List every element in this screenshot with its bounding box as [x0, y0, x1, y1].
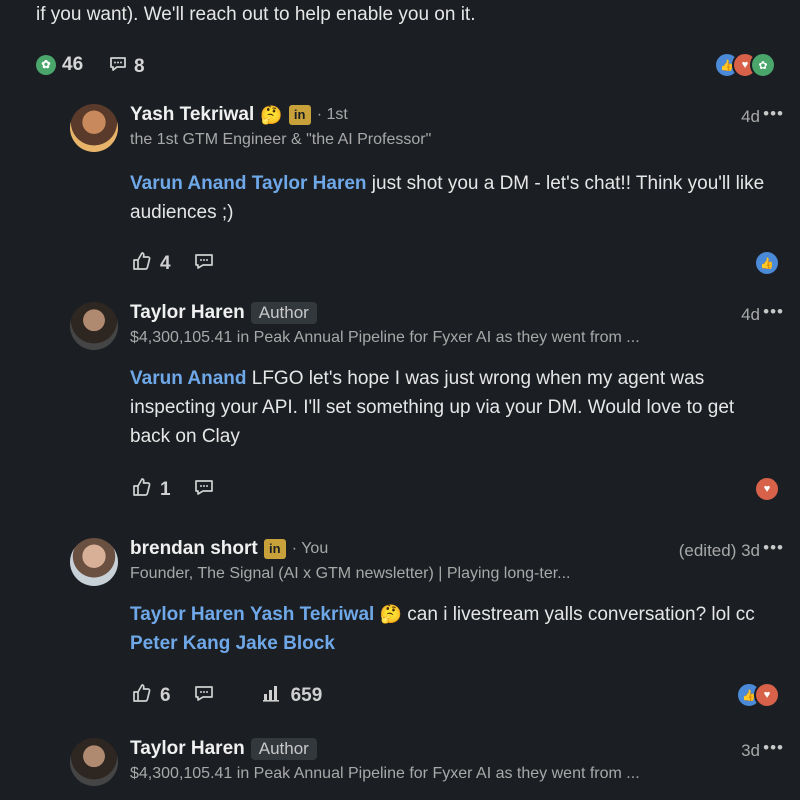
comment-taylor-haren: Taylor Haren Author $4,300,105.41 in Pea… — [70, 302, 784, 502]
author-badge: Author — [250, 302, 317, 324]
comment-author-row: Yash Tekriwal 🤔 in · 1st — [130, 104, 348, 126]
like-icon[interactable] — [130, 476, 152, 504]
post-comments-count[interactable]: 8 — [108, 54, 145, 80]
author-name[interactable]: brendan short — [130, 538, 258, 560]
more-options-icon[interactable]: ••• — [763, 104, 784, 124]
comment-time: 4d — [741, 107, 760, 126]
comment-brendan-short: brendan short in · You Founder, The Sign… — [70, 538, 784, 708]
more-options-icon[interactable]: ••• — [763, 738, 784, 758]
author-headline: $4,300,105.41 in Peak Annual Pipeline fo… — [130, 329, 640, 346]
left-rail — [0, 0, 37, 800]
comment-author-row: brendan short in · You — [130, 538, 328, 560]
mention-link[interactable]: Jake Block — [236, 633, 335, 654]
comment-icon — [108, 54, 128, 80]
comment-text: can i livestream yalls conversation? lol… — [402, 604, 755, 625]
linkedin-icon: in — [288, 105, 311, 125]
comment-reaction-stack[interactable]: 👍 ♥ — [736, 682, 780, 708]
comment-reaction-stack[interactable]: ♥ — [754, 476, 780, 502]
comment-body: Varun Anand LFGO let's hope I was just w… — [130, 364, 770, 451]
author-badge: Author — [250, 738, 317, 760]
comment-actions: 4 — [130, 250, 215, 278]
thinking-emoji-icon: 🤔 — [379, 604, 403, 624]
love-reaction-icon: ♥ — [754, 476, 780, 502]
comment-actions: 1 — [130, 476, 215, 504]
comment-yash-tekriwal: Yash Tekriwal 🤔 in · 1st the 1st GTM Eng… — [70, 104, 784, 284]
mention-link[interactable]: Yash Tekriwal — [250, 604, 374, 625]
more-options-icon[interactable]: ••• — [763, 538, 784, 558]
avatar[interactable] — [70, 104, 118, 152]
comment-taylor-haren-2: Taylor Haren Author $4,300,105.41 in Pea… — [70, 738, 784, 800]
author-headline: the 1st GTM Engineer & "the AI Professor… — [130, 131, 432, 148]
connection-degree: · 1st — [316, 106, 348, 123]
mention-link[interactable]: Varun Anand — [130, 368, 246, 389]
mention-link[interactable]: Taylor Haren — [130, 604, 245, 625]
comment-time: (edited) 3d — [678, 541, 760, 560]
bar-chart-icon[interactable] — [261, 682, 283, 710]
post-text-tail: if you want). We'll reach out to help en… — [36, 4, 476, 25]
comment-actions: 6 659 — [130, 682, 322, 710]
author-name[interactable]: Yash Tekriwal — [130, 104, 254, 126]
author-name[interactable]: Taylor Haren — [130, 738, 245, 760]
celebrate-reaction-icon: ✿ — [750, 52, 776, 78]
like-reaction-icon: 👍 — [754, 250, 780, 276]
avatar[interactable] — [70, 738, 118, 786]
like-count: 6 — [160, 685, 171, 706]
avatar[interactable] — [70, 538, 118, 586]
post-social-bar: ✿ 46 8 👍 ♥ ✿ — [36, 52, 792, 80]
comment-author-row: Taylor Haren Author — [130, 302, 317, 324]
thinking-emoji-icon: 🤔 — [260, 104, 283, 125]
comment-reaction-stack[interactable]: 👍 — [754, 250, 780, 276]
avatar[interactable] — [70, 302, 118, 350]
author-name[interactable]: Taylor Haren — [130, 302, 245, 324]
post-reaction-stack[interactable]: 👍 ♥ ✿ — [714, 52, 776, 78]
comment-time: 4d — [741, 305, 760, 324]
comment-body: Varun Anand Taylor Haren just shot you a… — [130, 169, 770, 227]
comment-body: Taylor Haren Yash Tekriwal 🤔 can i lives… — [130, 600, 770, 658]
reply-icon[interactable] — [193, 250, 215, 278]
like-icon[interactable] — [130, 250, 152, 278]
reply-icon[interactable] — [193, 476, 215, 504]
comment-time: 3d — [741, 741, 760, 760]
comment-author-row: Taylor Haren Author — [130, 738, 317, 760]
like-count: 4 — [160, 253, 171, 274]
mention-link[interactable]: Varun Anand — [130, 173, 246, 194]
love-reaction-icon: ♥ — [754, 682, 780, 708]
reply-icon[interactable] — [193, 682, 215, 710]
author-headline: $4,300,105.41 in Peak Annual Pipeline fo… — [130, 765, 640, 782]
connection-degree: · You — [291, 540, 329, 557]
impressions-count: 659 — [290, 685, 323, 706]
post-reactions-count[interactable]: ✿ 46 — [36, 54, 83, 76]
more-options-icon[interactable]: ••• — [763, 302, 784, 322]
celebrate-reaction-icon: ✿ — [36, 55, 56, 75]
like-count: 1 — [160, 479, 171, 500]
linkedin-icon: in — [263, 539, 286, 559]
like-icon[interactable] — [130, 682, 152, 710]
mention-link[interactable]: Peter Kang — [130, 633, 230, 654]
author-headline: Founder, The Signal (AI x GTM newsletter… — [130, 565, 571, 582]
mention-link[interactable]: Taylor Haren — [252, 173, 367, 194]
